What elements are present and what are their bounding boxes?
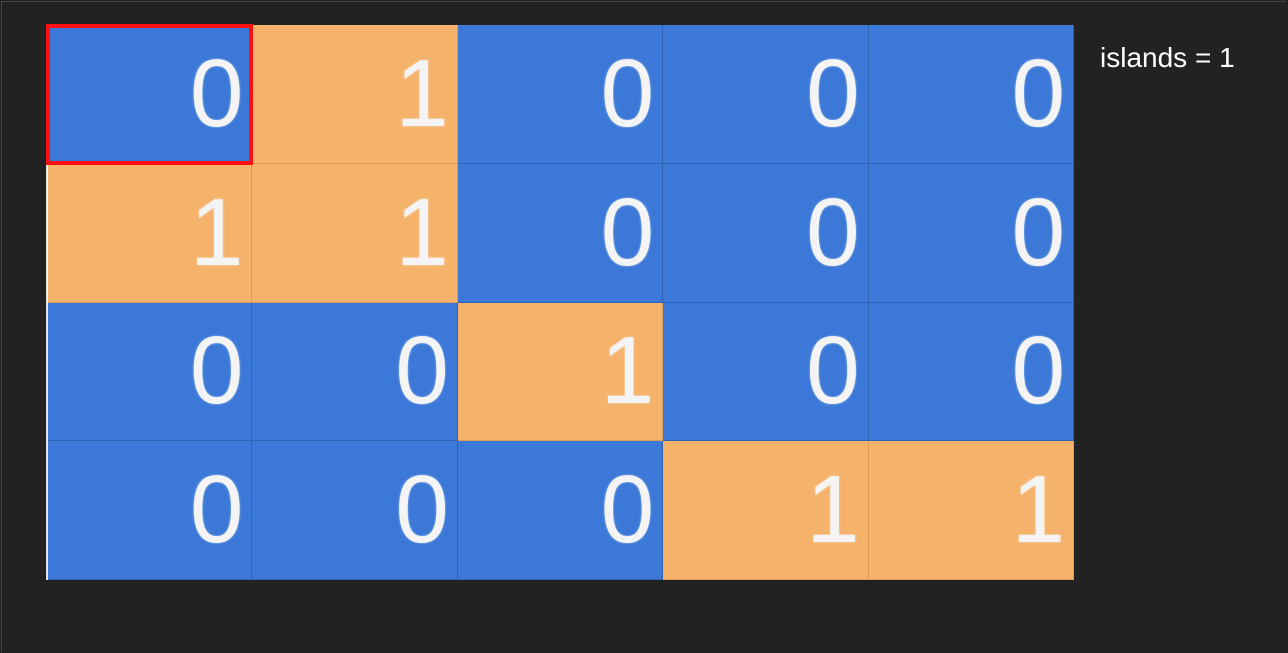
grid-cell: 0 <box>663 302 869 442</box>
grid-cell: 0 <box>45 24 254 165</box>
grid-cell: 1 <box>457 302 664 442</box>
grid-cell: 0 <box>457 25 664 164</box>
grid-cell: 0 <box>868 163 1074 303</box>
grid-cell: 0 <box>252 302 458 442</box>
grid-cell: 0 <box>663 163 869 303</box>
grid-left-edge <box>46 160 48 580</box>
grid-cell: 1 <box>47 163 253 303</box>
grid-cell: 1 <box>663 441 869 580</box>
grid-cell: 0 <box>868 25 1074 164</box>
grid-cell: 1 <box>252 25 458 164</box>
grid-cell: 1 <box>252 163 458 303</box>
grid-cell: 0 <box>252 441 458 580</box>
grid-cell: 0 <box>868 302 1074 442</box>
islands-counter-operator: = <box>1194 42 1212 73</box>
grid-cell: 0 <box>457 163 664 303</box>
islands-counter-label: islands <box>1100 42 1188 73</box>
grid-cell: 0 <box>663 25 869 164</box>
grid-cell: 0 <box>457 441 664 580</box>
grid-cell: 0 <box>47 302 253 442</box>
islands-counter-value: 1 <box>1219 42 1235 73</box>
grid-cell: 0 <box>47 441 253 580</box>
grid-cell: 1 <box>868 441 1074 580</box>
island-grid: 01000110000010000011 <box>45 24 1074 580</box>
islands-counter: islands = 1 <box>1100 42 1235 74</box>
